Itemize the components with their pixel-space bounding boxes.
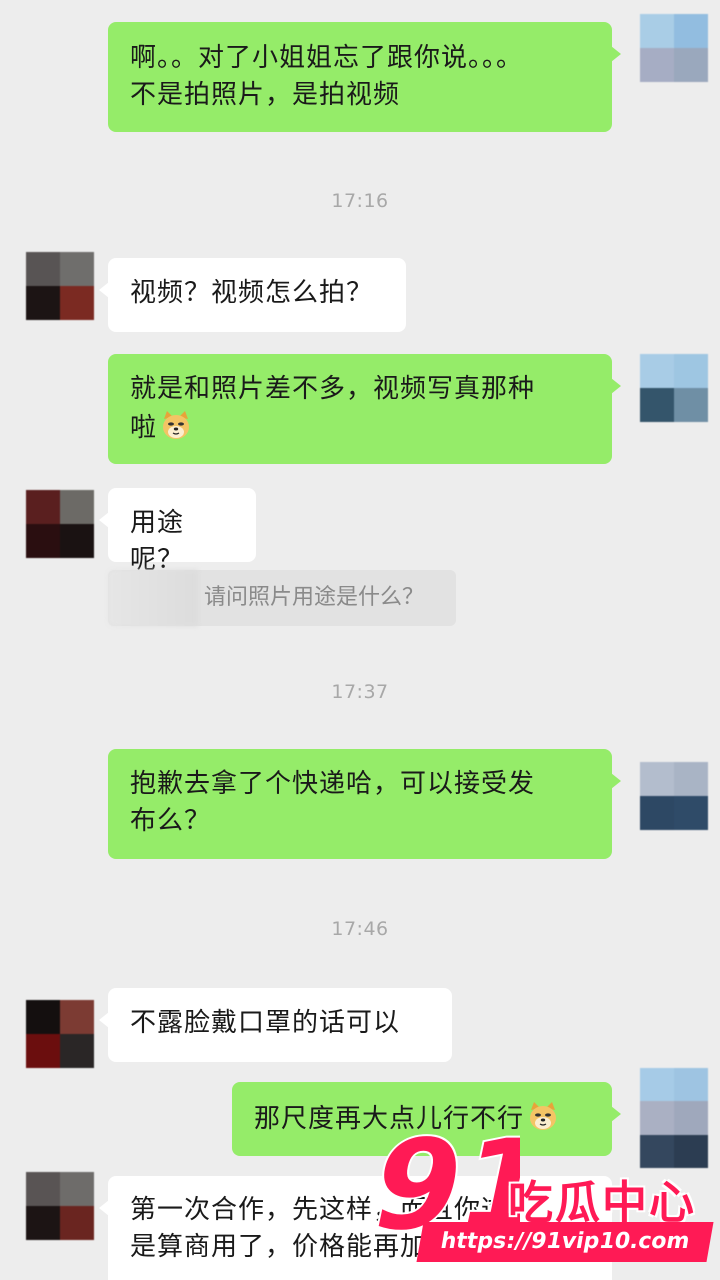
message-text: 用途呢？ bbox=[130, 508, 185, 575]
chat-screen: 啊。。对了小姐姐忘了跟你说。。。 不是拍照片，是拍视频 17:16 视频？视频怎… bbox=[0, 0, 720, 1280]
message-bubble[interactable]: 就是和照片差不多，视频写真那种 啦 bbox=[108, 354, 621, 464]
watermark-url: https://91vip10.com bbox=[416, 1222, 714, 1262]
message-text: 啊。。对了小姐姐忘了跟你说。。。 bbox=[130, 43, 524, 73]
quote-text: 请问照片用途是什么？ bbox=[204, 585, 425, 610]
doge-emoji-icon bbox=[163, 411, 190, 439]
quoted-message[interactable]: 请问照片用途是什么？ bbox=[108, 570, 456, 626]
watermark-logo: 91 吃瓜中心 https://91vip10.com bbox=[360, 1124, 716, 1274]
avatar-contact[interactable] bbox=[26, 1000, 94, 1068]
avatar-contact[interactable] bbox=[26, 252, 94, 320]
message-bubble[interactable]: 不露脸戴口罩的话可以 bbox=[99, 988, 452, 1062]
avatar-self[interactable] bbox=[640, 14, 708, 82]
quote-sender-blur bbox=[108, 570, 198, 626]
message-text: 抱歉去拿了个快递哈，可以接受发 bbox=[130, 769, 536, 799]
timestamp: 17:16 bbox=[331, 190, 389, 212]
avatar-contact[interactable] bbox=[26, 1172, 94, 1240]
avatar-contact[interactable] bbox=[26, 490, 94, 558]
message-text: 不露脸戴口罩的话可以 bbox=[130, 1008, 401, 1038]
message-text: 啦 bbox=[130, 413, 158, 443]
message-text: 不是拍照片，是拍视频 bbox=[130, 80, 401, 110]
timestamp: 17:37 bbox=[331, 681, 389, 703]
avatar-self[interactable] bbox=[640, 354, 708, 422]
message-bubble[interactable]: 啊。。对了小姐姐忘了跟你说。。。 不是拍照片，是拍视频 bbox=[108, 22, 621, 132]
message-text: 第一次合作，先这样 bbox=[130, 1195, 374, 1225]
avatar-self[interactable] bbox=[640, 762, 708, 830]
message-bubble[interactable]: 用途呢？ bbox=[99, 488, 256, 575]
message-text: 布么？ bbox=[130, 806, 212, 836]
message-bubble[interactable]: 抱歉去拿了个快递哈，可以接受发 布么？ bbox=[108, 749, 621, 859]
message-text: 就是和照片差不多，视频写真那种 bbox=[130, 374, 536, 404]
timestamp: 17:46 bbox=[331, 918, 389, 940]
message-text: 视频？视频怎么拍？ bbox=[130, 278, 374, 308]
message-bubble[interactable]: 视频？视频怎么拍？ bbox=[99, 258, 406, 332]
